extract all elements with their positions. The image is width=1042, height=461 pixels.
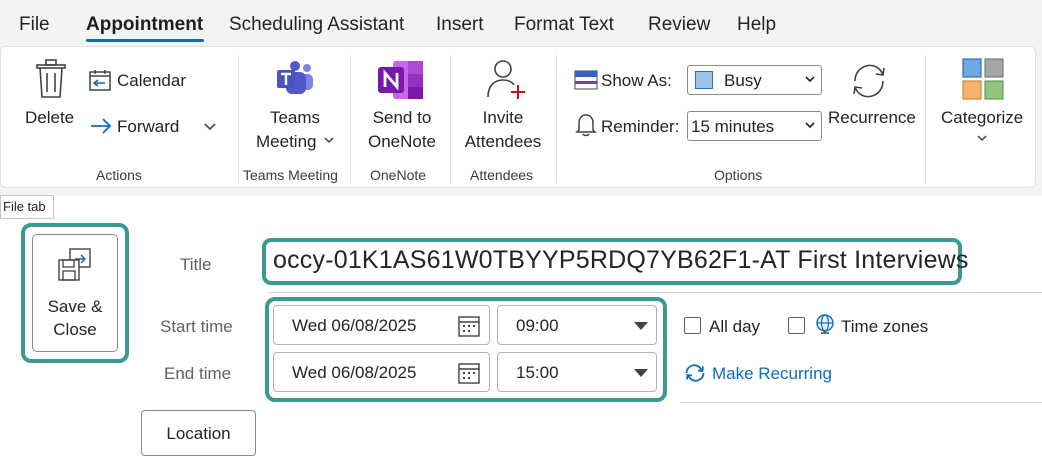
row-divider: [680, 402, 1042, 403]
attendees-line2: Attendees: [464, 132, 542, 151]
save-close-line2: Close: [53, 320, 97, 339]
calendar-forward-icon: [89, 70, 111, 91]
menu-scheduling-assistant[interactable]: Scheduling Assistant: [229, 14, 404, 36]
options-group-label: Options: [714, 167, 763, 183]
onenote-line1: Send to: [372, 108, 432, 127]
add-person-icon: [487, 60, 525, 99]
onenote-icon: [378, 61, 423, 99]
show-as-select[interactable]: Busy: [687, 65, 822, 95]
calendar-label: Calendar: [117, 71, 186, 90]
busy-color-swatch: [695, 71, 713, 89]
show-as-value: Busy: [724, 71, 762, 90]
ribbon-separator: [350, 55, 351, 183]
start-date-value: Wed 06/08/2025: [292, 316, 417, 335]
show-as-label: Show As:: [601, 71, 672, 90]
end-date-value: Wed 06/08/2025: [292, 363, 417, 382]
recurrence-icon: [853, 64, 885, 98]
recurrence-label: Recurrence: [828, 108, 916, 127]
teams-icon: [277, 61, 313, 94]
reminder-value: 15 minutes: [691, 117, 775, 136]
location-button[interactable]: Location: [141, 410, 256, 456]
menu-file[interactable]: File: [19, 14, 50, 36]
start-time-value: 09:00: [516, 316, 559, 335]
onenote-group-label: OneNote: [370, 167, 427, 183]
time-zones-label: Time zones: [841, 317, 929, 336]
title-label: Title: [180, 255, 212, 274]
all-day-checkbox[interactable]: [684, 317, 701, 334]
forward-label: Forward: [117, 117, 180, 136]
end-date-picker[interactable]: Wed 06/08/2025: [273, 352, 490, 392]
menu-format-text[interactable]: Format Text: [514, 14, 614, 36]
all-day-label: All day: [709, 317, 761, 336]
title-input[interactable]: occy-01K1AS61W0TBYYP5RDQ7YB62F1-AT First…: [273, 246, 969, 275]
calendar-icon[interactable]: [457, 361, 481, 385]
calendar-icon[interactable]: [457, 314, 481, 338]
chevron-down-icon: [805, 122, 815, 129]
ribbon: Delete Calendar Forward Actions Teams Me…: [0, 46, 1036, 188]
save-close-icon: [58, 248, 91, 281]
ribbon-separator: [450, 55, 451, 183]
start-time-label: Start time: [160, 317, 233, 336]
end-time-label: End time: [164, 364, 232, 383]
end-time-select[interactable]: 15:00: [497, 352, 657, 392]
show-as-icon: [574, 70, 598, 90]
teams-line2: Meeting: [256, 132, 317, 151]
file-tab-tooltip: File tab: [0, 195, 54, 219]
location-label: Location: [166, 424, 231, 443]
dropdown-arrow-icon: [634, 322, 648, 330]
attendees-group-label: Attendees: [470, 167, 534, 183]
active-tab-indicator: [86, 39, 204, 42]
chevron-down-icon: [204, 123, 216, 131]
forward-arrow-icon: [91, 118, 112, 134]
reminder-select[interactable]: 15 minutes: [687, 111, 822, 141]
menu-insert[interactable]: Insert: [436, 14, 484, 36]
make-recurring-label: Make Recurring: [712, 364, 832, 383]
teams-line1: Teams: [269, 108, 321, 127]
menu-appointment[interactable]: Appointment: [86, 14, 203, 36]
start-date-picker[interactable]: Wed 06/08/2025: [273, 305, 490, 345]
delete-label: Delete: [25, 108, 75, 127]
start-time-select[interactable]: 09:00: [497, 305, 657, 345]
ribbon-separator: [925, 55, 926, 183]
chevron-down-icon: [324, 137, 334, 144]
trash-icon: [36, 59, 66, 98]
save-close-button[interactable]: Save & Close: [32, 234, 118, 352]
title-underline: [268, 292, 1042, 293]
actions-group-label: Actions: [96, 167, 142, 183]
recurring-icon: [685, 364, 705, 382]
chevron-down-icon: [977, 135, 987, 142]
teams-group-label: Teams Meeting: [243, 167, 338, 183]
categorize-icon: [962, 58, 1004, 100]
time-zones-checkbox[interactable]: [788, 317, 805, 334]
categorize-label: Categorize: [941, 108, 1024, 127]
dropdown-arrow-icon: [634, 369, 648, 377]
end-time-value: 15:00: [516, 363, 559, 382]
globe-icon: [816, 314, 834, 334]
save-close-label: Save & Close: [33, 295, 117, 341]
save-close-line1: Save &: [47, 297, 103, 316]
chevron-down-icon: [805, 76, 815, 83]
attendees-line1: Invite: [482, 108, 524, 127]
menu-bar: File Appointment Scheduling Assistant In…: [0, 0, 1042, 46]
bell-icon: [575, 114, 597, 137]
menu-review[interactable]: Review: [648, 14, 710, 36]
ribbon-separator: [556, 55, 557, 183]
menu-help[interactable]: Help: [737, 14, 776, 36]
reminder-label: Reminder:: [601, 117, 680, 136]
onenote-line2: OneNote: [367, 132, 437, 151]
ribbon-separator: [238, 55, 239, 183]
